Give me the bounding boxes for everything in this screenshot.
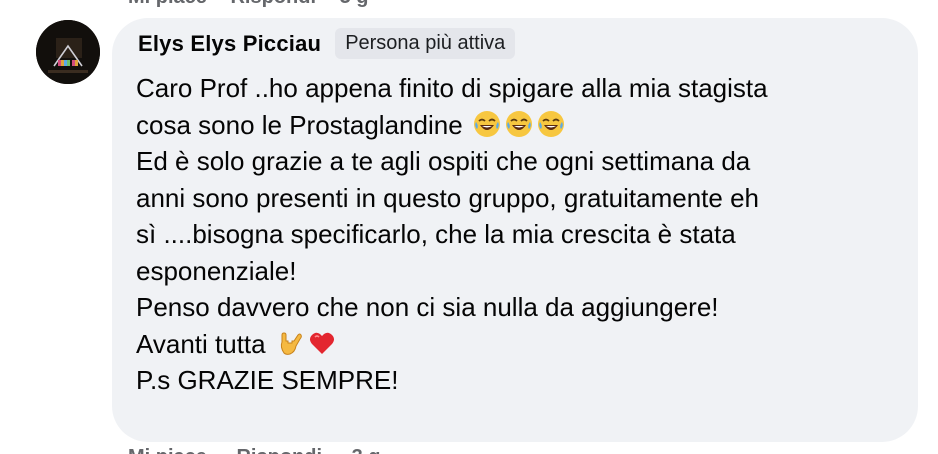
comment-line-with-emojis: cosa sono le Prostaglandine <box>136 107 896 144</box>
author-name[interactable]: Elys Elys Picciau <box>138 31 321 57</box>
comment-actions: Mi piace Rispondi 3 g <box>128 446 405 454</box>
comment-text: Caro Prof ..ho appena finito di spigare … <box>136 70 896 399</box>
timestamp[interactable]: 3 g <box>340 0 369 8</box>
face-with-tears-of-joy-icon <box>505 110 533 138</box>
red-heart-icon <box>308 329 336 357</box>
like-link[interactable]: Mi piace <box>128 0 207 8</box>
comment-line: esponenziale! <box>136 255 297 286</box>
comment-line-text: cosa sono le Prostaglandine <box>136 109 463 140</box>
love-you-gesture-icon <box>276 329 304 357</box>
face-with-tears-of-joy-icon <box>537 110 565 138</box>
like-link[interactable]: Mi piace <box>128 446 207 454</box>
comment-line: P.s GRAZIE SEMPRE! <box>136 365 399 395</box>
reply-link[interactable]: Rispondi <box>230 0 316 8</box>
comment-line-text: Avanti tutta <box>136 328 266 359</box>
comment-line-with-emojis: Avanti tutta <box>136 326 896 363</box>
comment-line: sì ....bisogna specificarlo, che la mia … <box>136 219 736 249</box>
comment-line: anni sono presenti in questo gruppo, gra… <box>136 182 759 213</box>
timestamp[interactable]: 3 g <box>352 446 381 454</box>
avatar[interactable] <box>36 20 100 84</box>
reply-link[interactable]: Rispondi <box>236 446 322 454</box>
previous-comment-actions: Mi piace Rispondi 3 g <box>128 0 387 9</box>
top-fan-badge: Persona più attiva <box>335 28 516 59</box>
comment-bubble: Elys Elys Picciau Persona più attiva Car… <box>112 18 918 442</box>
face-with-tears-of-joy-icon <box>473 110 501 138</box>
comment-line: Ed è solo grazie a te agli ospiti che og… <box>136 146 751 176</box>
comment-line: Caro Prof ..ho appena finito di spigare … <box>136 73 768 103</box>
comment-header: Elys Elys Picciau Persona più attiva <box>138 28 516 59</box>
comment-line: Penso davvero che non ci sia nulla da ag… <box>136 292 719 322</box>
avatar-image <box>36 20 100 84</box>
comment-thread: Mi piace Rispondi 3 g Elys Elys Picciau … <box>0 0 938 454</box>
